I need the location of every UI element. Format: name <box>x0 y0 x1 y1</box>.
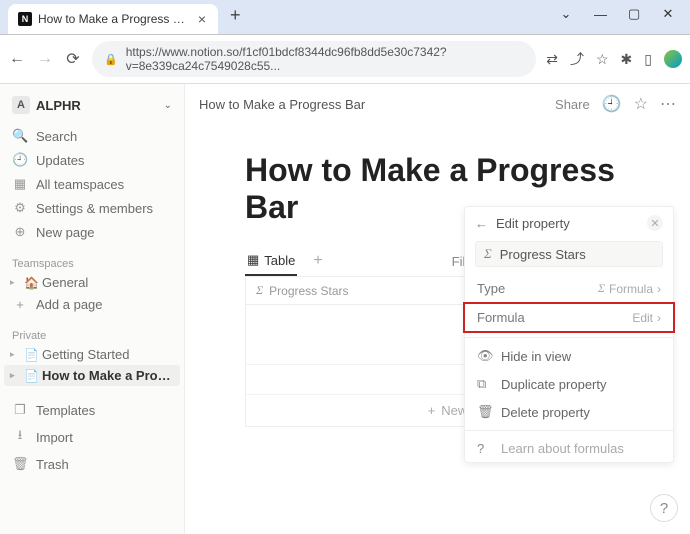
plus-icon: + <box>12 297 28 312</box>
sidebar-item-updates[interactable]: 🕘Updates <box>4 148 180 172</box>
panel-title: Edit property <box>496 216 639 231</box>
profile-avatar-icon[interactable] <box>664 50 682 68</box>
hide-in-view-button[interactable]: 👁Hide in view <box>465 342 673 370</box>
more-icon[interactable]: ⋯ <box>660 94 676 114</box>
plus-icon: + <box>428 403 436 418</box>
help-button[interactable]: ? <box>650 494 678 522</box>
formula-edit-row[interactable]: Formula Edit› <box>463 302 675 333</box>
close-window-icon[interactable]: ✕ <box>662 6 674 22</box>
property-name-input[interactable]: Σ Progress Stars <box>475 241 663 267</box>
page-icon: 📄 <box>24 369 38 383</box>
formula-icon: Σ <box>598 281 605 296</box>
close-tab-icon[interactable]: × <box>196 11 208 27</box>
url-input[interactable]: 🔒 https://www.notion.so/f1cf01bdcf8344dc… <box>92 41 536 77</box>
home-icon: 🏠 <box>24 276 38 290</box>
sidebar-item-search[interactable]: 🔍Search <box>4 124 180 148</box>
formula-icon: Σ <box>256 283 263 298</box>
sidebar-item-import[interactable]: ⭳Import <box>4 422 180 452</box>
trash-icon: 🗑 <box>12 456 28 472</box>
sidebar-item-new-page[interactable]: ⊕New page <box>4 220 180 244</box>
eye-icon: 👁 <box>477 348 491 364</box>
triangle-icon[interactable]: ▸ <box>10 370 20 381</box>
formula-icon: Σ <box>482 246 494 262</box>
workspace-initial: A <box>12 96 30 114</box>
minimize-icon[interactable]: — <box>594 7 606 22</box>
import-icon: ⭳ <box>12 426 28 448</box>
search-icon: 🔍 <box>12 128 28 144</box>
clock-icon: 🕘 <box>12 152 28 168</box>
back-icon[interactable]: ← <box>475 216 488 231</box>
gear-icon: ⚙ <box>12 200 28 216</box>
back-icon[interactable]: ← <box>8 50 26 68</box>
learn-formulas-link[interactable]: ?Learn about formulas <box>465 435 673 462</box>
templates-icon: ❐ <box>12 402 28 418</box>
delete-property-button[interactable]: 🗑Delete property <box>465 398 673 426</box>
duplicate-icon: ⧉ <box>477 376 491 392</box>
section-private: Private <box>4 322 180 344</box>
chevron-down-icon: ⌄ <box>164 100 172 111</box>
maximize-icon[interactable]: ▢ <box>628 6 640 22</box>
sidebar-item-templates[interactable]: ❐Templates <box>4 398 180 422</box>
new-tab-button[interactable]: + <box>222 1 249 30</box>
duplicate-property-button[interactable]: ⧉Duplicate property <box>465 370 673 398</box>
chevron-down-icon[interactable]: ⌄ <box>560 6 572 22</box>
url-text: https://www.notion.so/f1cf01bdcf8344dc96… <box>126 45 525 73</box>
workspace-name: ALPHR <box>36 98 158 113</box>
chevron-right-icon: › <box>657 282 661 296</box>
updates-icon[interactable]: 🕘 <box>602 94 622 114</box>
sidebar-item-settings[interactable]: ⚙Settings & members <box>4 196 180 220</box>
teamspaces-icon: ▦ <box>12 176 28 192</box>
sidebar-item-teamspaces[interactable]: ▦All teamspaces <box>4 172 180 196</box>
favorite-icon[interactable]: ☆ <box>634 94 648 114</box>
property-type-row[interactable]: Type ΣFormula› <box>465 275 673 302</box>
sidebar-item-trash[interactable]: 🗑Trash <box>4 452 180 476</box>
edit-property-panel: ← Edit property ✕ Σ Progress Stars Type … <box>464 206 674 463</box>
page-getting-started[interactable]: ▸📄Getting Started <box>4 344 180 365</box>
chevron-right-icon: › <box>657 311 661 325</box>
share-url-icon[interactable]: ⤴ <box>570 49 584 69</box>
page-progress-bar[interactable]: ▸📄How to Make a Progress ... <box>4 365 180 386</box>
share-button[interactable]: Share <box>555 97 590 112</box>
breadcrumb[interactable]: How to Make a Progress Bar <box>199 97 365 112</box>
triangle-icon[interactable]: ▸ <box>10 349 20 360</box>
browser-tab[interactable]: N How to Make a Progress Bar × <box>8 4 218 34</box>
notion-favicon-icon: N <box>18 12 32 26</box>
panel-icon[interactable]: ▯ <box>644 51 652 68</box>
trash-icon: 🗑 <box>477 404 491 420</box>
tab-title: How to Make a Progress Bar <box>38 12 190 26</box>
add-page-button[interactable]: +Add a page <box>4 293 180 316</box>
sidebar: A ALPHR ⌄ 🔍Search 🕘Updates ▦All teamspac… <box>0 84 185 534</box>
translate-icon[interactable]: ⇄ <box>546 51 558 68</box>
triangle-icon[interactable]: ▸ <box>10 277 20 288</box>
section-teamspaces: Teamspaces <box>4 250 180 272</box>
help-icon: ? <box>477 441 491 456</box>
close-icon[interactable]: ✕ <box>647 215 663 231</box>
add-view-button[interactable]: + <box>307 252 328 270</box>
teamspace-general[interactable]: ▸🏠General <box>4 272 180 293</box>
bookmark-icon[interactable]: ☆ <box>596 51 609 68</box>
plus-circle-icon: ⊕ <box>12 224 28 240</box>
extensions-icon[interactable]: ✱ <box>621 51 633 68</box>
page-icon: 📄 <box>24 348 38 362</box>
lock-icon: 🔒 <box>104 53 118 66</box>
forward-icon: → <box>36 50 54 68</box>
table-icon: ▦ <box>247 252 259 268</box>
reload-icon[interactable]: ⟳ <box>64 49 82 69</box>
workspace-switcher[interactable]: A ALPHR ⌄ <box>4 92 180 118</box>
view-tab-table[interactable]: ▦ Table <box>245 246 297 276</box>
